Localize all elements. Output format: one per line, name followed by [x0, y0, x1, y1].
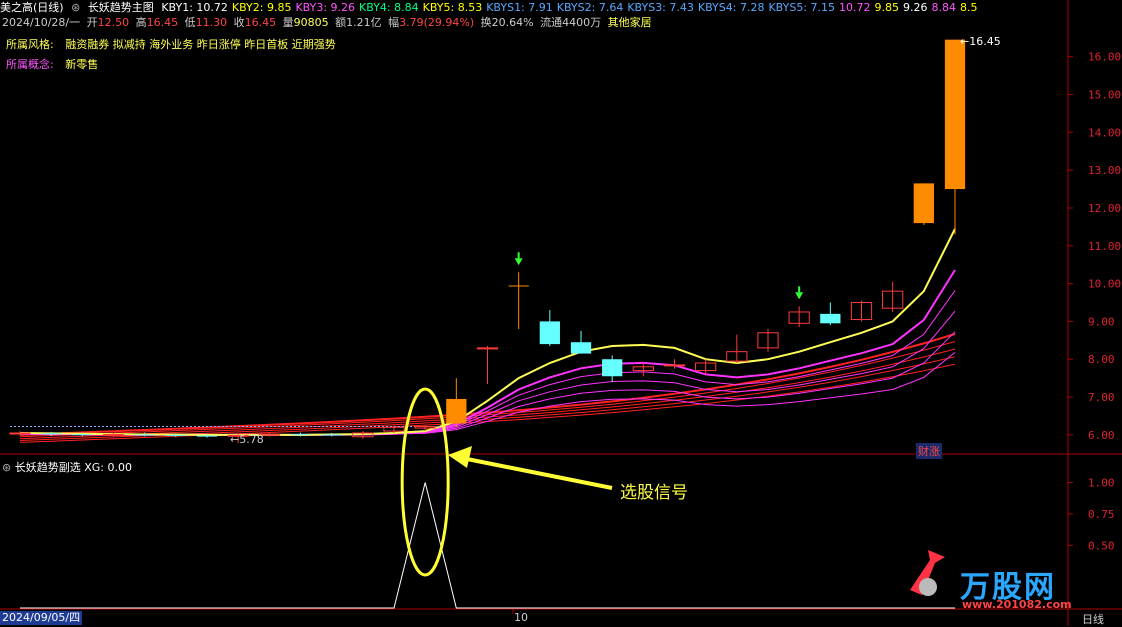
candle-body — [820, 313, 841, 324]
candle-body — [134, 434, 155, 436]
buy-arrow-icon — [514, 258, 523, 266]
period-label[interactable]: 日线 — [1082, 611, 1104, 627]
signal-annotation-label: 选股信号 — [620, 483, 688, 503]
logo-arrow-icon — [910, 550, 945, 596]
candle-body — [663, 364, 686, 367]
candle-body — [476, 347, 499, 350]
y-tick-label: 9.00 — [1088, 315, 1115, 328]
signal-arrow-shaft — [461, 456, 613, 490]
start-date-label: 2024/09/05/四 — [0, 611, 83, 625]
candle-body — [321, 434, 342, 436]
candle-body — [446, 398, 467, 424]
candle-body — [72, 434, 93, 436]
candle-body — [165, 434, 186, 436]
candle-body — [102, 433, 125, 436]
candle-body — [913, 183, 934, 224]
candle-body — [539, 321, 560, 345]
candle-body — [41, 433, 62, 435]
candle-body — [570, 342, 592, 354]
candle-body — [602, 359, 623, 377]
low-price-marker: ←5.78 — [230, 433, 264, 446]
month-tick-label: 10 — [514, 611, 528, 624]
candle-body — [196, 435, 218, 437]
y-tick-label: 10.00 — [1088, 278, 1121, 291]
y-tick-label: 14.00 — [1088, 126, 1121, 139]
candle-body — [508, 285, 529, 287]
candlestick-chart[interactable]: 16.00 15.00 14.00 13.00 12.00 11.00 10.00 9.00 8… — [0, 0, 1122, 626]
y-tick-label: 12.00 — [1088, 202, 1121, 215]
sub-y-tick-label: 1.00 — [1088, 477, 1115, 490]
y-tick-label: 16.00 — [1088, 51, 1121, 64]
buy-arrow-icon — [795, 292, 804, 300]
site-logo-url: www.201082.com — [962, 598, 1072, 611]
y-tick-label: 15.00 — [1088, 89, 1121, 102]
high-price-marker: ←16.45 — [960, 35, 1001, 48]
candle-body — [290, 434, 311, 436]
candle-body — [9, 432, 31, 435]
y-tick-label: 8.00 — [1088, 353, 1115, 366]
y-tick-label: 13.00 — [1088, 164, 1121, 177]
candle-body — [944, 39, 966, 190]
sub-y-tick-label: 0.75 — [1088, 508, 1115, 521]
ma-main-line — [19, 228, 956, 436]
caizhang-badge[interactable]: 财涨 — [916, 443, 942, 459]
y-tick-label: 11.00 — [1088, 240, 1121, 253]
signal-arrow-head-icon — [448, 446, 472, 468]
high-price-text: 16.45 — [969, 35, 1001, 48]
sub-xg-line — [20, 482, 955, 609]
y-tick-label: 7.00 — [1088, 391, 1115, 404]
sub-y-tick-label: 0.50 — [1088, 539, 1115, 552]
low-price-text: 5.78 — [239, 433, 264, 446]
y-tick-label: 6.00 — [1088, 429, 1115, 442]
